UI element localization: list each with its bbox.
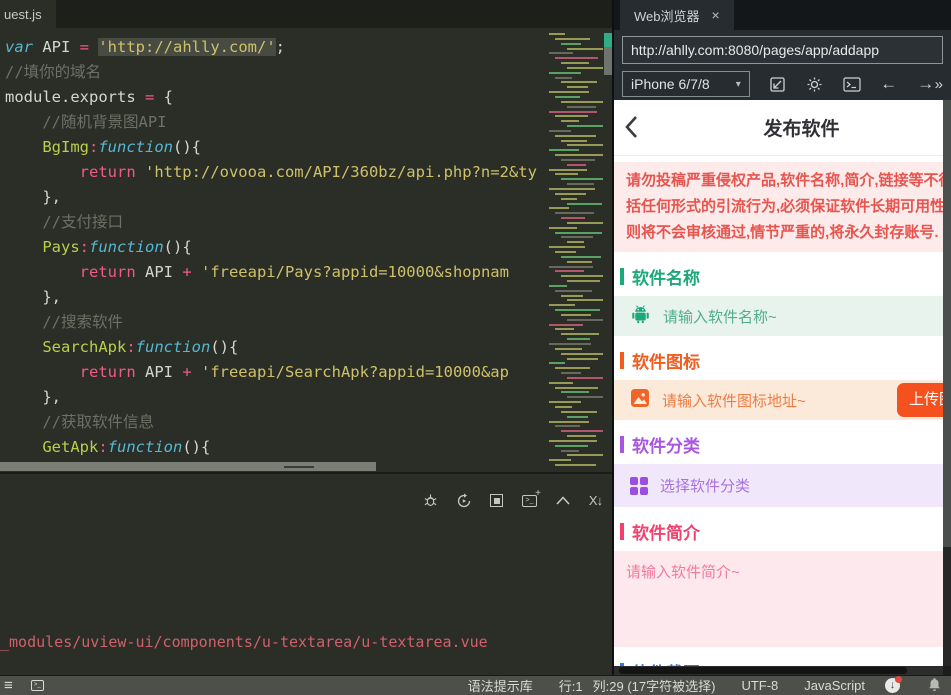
code-line[interactable]: //获取软件信息: [5, 410, 545, 435]
web-browser-panel: Web浏览器 × http://ahlly.com:8080/pages/app…: [612, 0, 951, 675]
app-name-placeholder: 请输入软件名称~: [663, 308, 777, 326]
console-output: _modules/uview-ui/components/u-textarea/…: [0, 580, 488, 695]
android-icon: [630, 303, 651, 329]
grid-icon: [630, 476, 648, 495]
editor-tab-request-js[interactable]: uest.js: [0, 0, 56, 28]
category-select[interactable]: 选择软件分类: [614, 464, 944, 507]
scrollbar-thumb[interactable]: [943, 100, 951, 547]
code-line[interactable]: SearchApk:function(){: [5, 335, 545, 360]
warning-line: 则将不会审核通过,情节严重的,将永久封存账号.: [626, 224, 939, 241]
code-line[interactable]: return API + 'freeapi/Pays?appid=10000&s…: [5, 260, 545, 285]
section-bar: [620, 435, 624, 453]
app-icon-placeholder: 请输入软件图标地址~: [662, 392, 806, 410]
browser-tabbar: Web浏览器 ×: [614, 0, 951, 30]
open-console-icon[interactable]: [843, 75, 861, 93]
rotate-device-icon[interactable]: [769, 75, 787, 93]
editor-tab-label: uest.js: [4, 6, 42, 22]
app-name-input[interactable]: 请输入软件名称~: [614, 296, 944, 336]
url-input[interactable]: http://ahlly.com:8080/pages/app/addapp: [622, 36, 943, 64]
code-line[interactable]: //随机背景图API: [5, 110, 545, 135]
browser-toolbar: http://ahlly.com:8080/pages/app/addapp i…: [614, 30, 951, 100]
cursor-line-status[interactable]: 行:1: [559, 676, 583, 695]
page-header: 发布软件: [614, 100, 944, 156]
scrollbar-thumb[interactable]: [619, 667, 907, 674]
code-line[interactable]: return 'http://ovooa.com/API/360bz/api.p…: [5, 160, 545, 185]
encoding-status[interactable]: UTF-8: [741, 678, 778, 693]
warning-line: 括任何形式的引流行为,必须保证软件长期可用性,否: [626, 198, 944, 215]
collapse-panel-icon[interactable]: [554, 492, 571, 509]
section-bar: [620, 522, 624, 540]
editor-panel: uest.js var API = 'http://ahlly.com/';//…: [0, 0, 612, 675]
console-file-path[interactable]: _modules/uview-ui/components/u-textarea/…: [0, 630, 488, 655]
back-arrow-icon[interactable]: ←: [880, 74, 898, 93]
section-bar: [620, 267, 624, 285]
code-line[interactable]: },: [5, 185, 545, 210]
browser-vertical-scrollbar[interactable]: [943, 100, 951, 666]
console-toolbar: >_ X↓: [422, 489, 604, 509]
code-editor[interactable]: var API = 'http://ahlly.com/';//填你的域名 mod…: [0, 28, 545, 472]
app-icon-url-input[interactable]: 请输入软件图标地址~ 上传图片: [614, 380, 944, 420]
warning-line: 请勿投稿严重侵权产品,软件名称,简介,链接等不得包: [626, 172, 944, 189]
code-line[interactable]: return API + 'freeapi/SearchApk?appid=10…: [5, 360, 545, 385]
browser-tab-label: Web浏览器: [634, 8, 700, 24]
code-line[interactable]: var API = 'http://ahlly.com/';: [5, 35, 545, 60]
cursor-column-status[interactable]: 列:29 (17字符被选择): [593, 676, 716, 695]
section-title-intro: 软件简介: [620, 519, 943, 543]
code-line[interactable]: module.exports = {: [5, 85, 545, 110]
chevron-left-icon[interactable]: [624, 115, 638, 144]
toolbar-overflow-icon[interactable]: »: [935, 76, 943, 93]
code-line[interactable]: //填你的域名: [5, 60, 545, 85]
minimap-thumb: [604, 47, 612, 75]
page-title: 发布软件: [763, 119, 840, 140]
browser-horizontal-scrollbar[interactable]: [614, 666, 944, 675]
section-bar: [620, 351, 624, 369]
code-line[interactable]: //搜索软件: [5, 310, 545, 335]
code-line[interactable]: Pays:function(){: [5, 235, 545, 260]
code-line[interactable]: BgImg:function(){: [5, 135, 545, 160]
ide-window: uest.js var API = 'http://ahlly.com/';//…: [0, 0, 951, 695]
close-icon[interactable]: ×: [712, 7, 720, 23]
category-placeholder: 选择软件分类: [660, 478, 751, 495]
image-icon: [630, 388, 650, 413]
device-select-value: iPhone 6/7/8: [631, 76, 710, 92]
console-panel: >_ X↓ _modules/uview-ui/components/u-tex…: [0, 472, 612, 675]
intro-placeholder: 请输入软件简介~: [626, 564, 740, 581]
minimap[interactable]: [546, 33, 603, 472]
device-select[interactable]: iPhone 6/7/8 ▾: [622, 71, 750, 97]
forward-arrow-icon[interactable]: →: [917, 74, 935, 93]
notification-badge: [895, 676, 902, 683]
upload-image-button[interactable]: 上传图片: [896, 383, 944, 417]
code-line[interactable]: },: [5, 285, 545, 310]
clear-console-icon[interactable]: X↓: [587, 492, 604, 509]
scrollbar-handle: [284, 466, 314, 468]
editor-horizontal-scrollbar[interactable]: [0, 462, 376, 471]
code-line[interactable]: GetApk:function(){: [5, 435, 545, 460]
section-title-name: 软件名称: [620, 264, 943, 288]
minimap-viewport-indicator: [604, 33, 612, 47]
restart-icon[interactable]: [455, 492, 472, 509]
gear-icon[interactable]: [806, 75, 824, 93]
page-viewport: 发布软件 请勿投稿严重侵权产品,软件名称,简介,链接等不得包 括任何形式的引流行…: [614, 100, 944, 666]
minimap-scrollbar[interactable]: [604, 28, 612, 472]
code-line[interactable]: },: [5, 385, 545, 410]
bell-icon[interactable]: [928, 677, 941, 695]
section-title-category: 软件分类: [620, 432, 943, 456]
language-status[interactable]: JavaScript: [804, 678, 865, 693]
chevron-down-icon: ▾: [735, 78, 741, 90]
new-console-icon[interactable]: >_: [521, 489, 541, 509]
intro-textarea[interactable]: 请输入软件简介~: [614, 551, 944, 647]
scrollbar-corner: [943, 666, 951, 675]
browser-tab[interactable]: Web浏览器 ×: [620, 0, 734, 30]
section-title-icon: 软件图标: [620, 348, 943, 372]
warning-banner: 请勿投稿严重侵权产品,软件名称,简介,链接等不得包 括任何形式的引流行为,必须保…: [614, 162, 944, 252]
code-line[interactable]: //支付接口: [5, 210, 545, 235]
stop-icon[interactable]: [488, 492, 505, 509]
debug-bug-icon[interactable]: [422, 492, 439, 509]
update-notification-icon[interactable]: ↓: [885, 676, 902, 693]
section-title-screenshot: 软件截图: [620, 659, 943, 666]
editor-tabbar: uest.js: [0, 0, 612, 28]
